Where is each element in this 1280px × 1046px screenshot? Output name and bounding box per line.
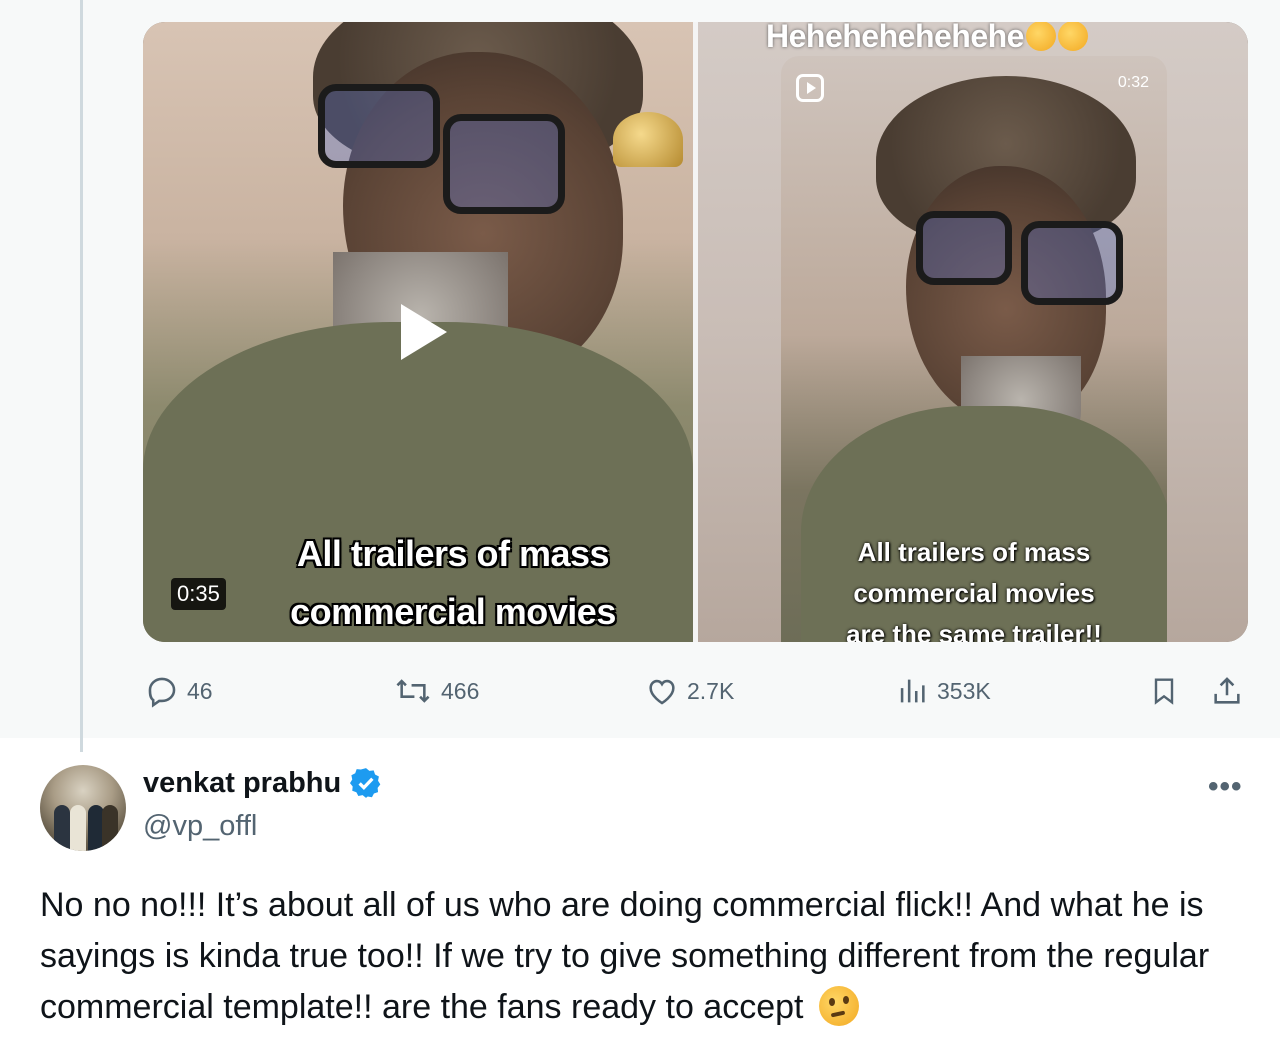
tweet-actions: 46 466 2.7K 353K — [0, 668, 1280, 718]
video-duration: 0:35 — [171, 578, 226, 610]
bookmark-button[interactable] — [1148, 674, 1180, 708]
bookmark-icon — [1154, 678, 1174, 705]
overlay-title-text: Hehehehehehehe — [766, 22, 1024, 54]
reply-count: 46 — [187, 677, 213, 704]
reply-button[interactable]: 46 — [145, 674, 213, 708]
lamp — [613, 112, 683, 167]
overlay-title: Hehehehehehehe — [766, 22, 1088, 55]
views-count: 353K — [937, 677, 991, 704]
like-button[interactable]: 2.7K — [645, 674, 734, 708]
reel-preview: 0:32 All trailers of mass commercial mov… — [781, 56, 1167, 642]
reel-caption-line3: are the same trailer!! — [846, 619, 1102, 642]
display-name[interactable]: venkat prabhu — [143, 766, 383, 800]
tweet-text-content: No no no!!! It’s about all of us who are… — [40, 886, 1210, 1026]
thinking-face-emoji-icon — [818, 986, 859, 1026]
video-left[interactable]: All trailers of mass commercial movies 0… — [143, 22, 693, 642]
thread-line — [80, 0, 83, 752]
avatar[interactable] — [40, 765, 126, 851]
glasses-left-lens — [318, 84, 440, 168]
media-grid: All trailers of mass commercial movies 0… — [143, 22, 1248, 642]
tweet-text: No no no!!! It’s about all of us who are… — [40, 880, 1270, 1033]
like-icon — [649, 679, 675, 705]
laughing-emoji-icon — [1025, 22, 1056, 51]
video-right[interactable]: 0:32 All trailers of mass commercial mov… — [698, 22, 1248, 642]
views-button[interactable]: 353K — [895, 674, 991, 708]
avatar-figure — [54, 805, 70, 851]
video-caption-line2: commercial movies — [290, 591, 616, 632]
reel-icon — [796, 74, 824, 102]
reel-caption-line2: commercial movies — [853, 578, 1095, 608]
glasses-right-lens — [1021, 221, 1123, 305]
display-name-text: venkat prabhu — [143, 766, 342, 799]
video-caption-line1: All trailers of mass — [296, 533, 610, 574]
glasses-left-lens — [916, 211, 1012, 285]
play-icon[interactable] — [401, 304, 447, 360]
reel-time: 0:32 — [1117, 74, 1149, 91]
verified-badge-icon — [350, 768, 381, 798]
avatar-figure — [102, 805, 118, 851]
share-icon — [1214, 677, 1240, 704]
repost-button[interactable]: 466 — [393, 674, 479, 708]
repost-count: 466 — [441, 677, 480, 704]
like-count: 2.7K — [687, 677, 735, 704]
more-options-button[interactable]: ••• — [1208, 770, 1243, 804]
views-icon — [900, 679, 925, 703]
share-button[interactable] — [1210, 674, 1244, 708]
user-handle[interactable]: @vp_offl — [143, 810, 257, 843]
avatar-figure — [70, 805, 86, 851]
glasses-right-lens — [443, 114, 565, 214]
reply-icon — [148, 677, 176, 708]
rofl-emoji-icon — [1057, 22, 1088, 51]
reel-caption-line1: All trailers of mass — [857, 537, 1091, 567]
repost-icon — [396, 679, 430, 703]
